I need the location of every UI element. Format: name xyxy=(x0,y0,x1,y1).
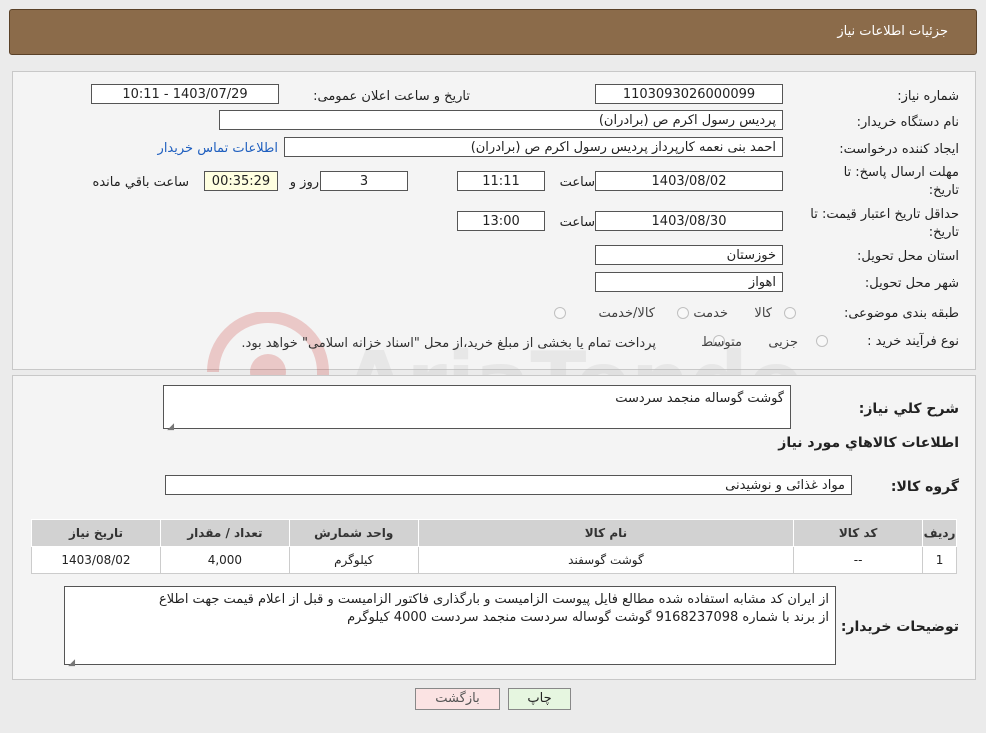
summary-text: گوشت گوساله منجمد سردست xyxy=(615,391,784,406)
cell-code: -- xyxy=(793,546,924,574)
resize-handle-icon[interactable]: ◢ xyxy=(166,418,174,432)
buyer-field: پردیس رسول اکرم ص (برادران) xyxy=(219,110,783,130)
cell-unit: کیلوگرم xyxy=(288,546,419,574)
col-row: رديف xyxy=(922,519,957,547)
goods-table: رديف کد کالا نام کالا واحد شمارش تعداد /… xyxy=(31,519,957,574)
buyer-notes-label: توضیحات خریدار: xyxy=(840,619,959,635)
buyer-notes-line-1: از ایران کد مشابه استفاده شده مطالع فایل… xyxy=(158,592,829,607)
deadline-date-field: 1403/08/02 xyxy=(595,171,783,191)
category-option-service: خدمت xyxy=(693,306,728,321)
announce-field: 1403/07/29 - 10:11 xyxy=(91,84,279,104)
table-row: 1 -- گوشت گوسفند کیلوگرم 4,000 1403/08/0… xyxy=(31,546,957,574)
deadline-days-label: روز و xyxy=(289,175,319,190)
buyer-notes-line-2: از برند با شماره 9168237098 گوشت گوساله … xyxy=(347,610,829,625)
need-number-field: 1103093026000099 xyxy=(595,84,783,104)
col-unit: واحد شمارش xyxy=(288,519,419,547)
category-option-goods: کالا xyxy=(754,306,772,321)
validity-time-label: ساعت xyxy=(559,215,595,230)
deadline-label-2: تاریخ: xyxy=(928,183,959,198)
cell-need-date: 1403/08/02 xyxy=(31,546,161,574)
remaining-time-field: 00:35:29 xyxy=(204,171,278,191)
cell-quantity: 4,000 xyxy=(159,546,290,574)
buyer-contact-link[interactable]: اطلاعات تماس خریدار xyxy=(158,141,278,156)
deadline-label-1: مهلت ارسال پاسخ: تا xyxy=(843,165,959,180)
process-option-minor: جزیی xyxy=(768,335,798,350)
summary-field: گوشت گوساله منجمد سردست ◢ xyxy=(163,385,791,432)
back-button[interactable]: بازگشت xyxy=(415,688,500,710)
buyer-label: نام دستگاه خریدار: xyxy=(856,115,959,130)
process-radio-minor[interactable] xyxy=(816,335,828,347)
need-info-panel: AriaTender.neT شماره نیاز: 1103093026000… xyxy=(12,71,976,438)
process-option-medium: متوسط xyxy=(701,335,742,350)
city-field: اهواز xyxy=(595,272,783,292)
need-details-panel: شرح کلي نياز: گوشت گوساله منجمد سردست ◢ … xyxy=(12,375,976,680)
process-label: نوع فرآیند خرید : xyxy=(867,334,959,349)
cell-row: 1 xyxy=(922,546,957,574)
col-code: کد کالا xyxy=(793,519,924,547)
validity-date-field: 1403/08/30 xyxy=(595,211,783,231)
remaining-time-label: ساعت باقي مانده xyxy=(92,175,189,190)
validity-time-field: 13:00 xyxy=(457,211,545,231)
goods-group-field: مواد غذائی و نوشیدنی xyxy=(165,475,852,495)
page-header: جزئیات اطلاعات نیاز xyxy=(9,9,977,55)
validity-label-2: تاریخ: xyxy=(928,225,959,240)
category-label: طبقه بندی موضوعی: xyxy=(843,306,959,321)
process-note: پرداخت تمام یا بخشی از مبلغ خرید،از محل … xyxy=(241,336,656,351)
category-radio-service[interactable] xyxy=(677,307,689,319)
category-option-goods-service: کالا/خدمت xyxy=(598,306,655,321)
cell-name: گوشت گوسفند xyxy=(417,546,795,574)
creator-field: احمد بنی نعمه کارپرداز پردیس رسول اکرم ص… xyxy=(284,137,783,157)
category-radio-goods[interactable] xyxy=(784,307,796,319)
buyer-notes-field: از ایران کد مشابه استفاده شده مطالع فایل… xyxy=(64,586,836,668)
need-number-label: شماره نیاز: xyxy=(897,89,959,104)
announce-label: تاریخ و ساعت اعلان عمومی: xyxy=(313,89,470,104)
print-button[interactable]: چاپ xyxy=(508,688,571,710)
items-section-title: اطلاعات کالاهاي مورد نياز xyxy=(778,435,959,451)
creator-label: ایجاد کننده درخواست: xyxy=(839,142,959,157)
province-label: استان محل تحویل: xyxy=(857,249,959,264)
goods-table-header: رديف کد کالا نام کالا واحد شمارش تعداد /… xyxy=(31,519,957,547)
col-quantity: تعداد / مقدار xyxy=(159,519,290,547)
category-radio-goods-service[interactable] xyxy=(554,307,566,319)
resize-handle-icon[interactable]: ◢ xyxy=(67,654,75,668)
city-label: شهر محل تحویل: xyxy=(864,276,959,291)
deadline-days-field: 3 xyxy=(320,171,408,191)
deadline-time-field: 11:11 xyxy=(457,171,545,191)
col-name: نام کالا xyxy=(417,519,795,547)
validity-label-1: حداقل تاریخ اعتبار قیمت: تا xyxy=(810,207,959,222)
col-need-date: تاریخ نیاز xyxy=(31,519,161,547)
deadline-time-label: ساعت xyxy=(559,175,595,190)
goods-group-label: گروه کالا: xyxy=(890,479,959,495)
province-field: خوزستان xyxy=(595,245,783,265)
summary-label: شرح کلي نياز: xyxy=(858,401,959,417)
page-title: جزئیات اطلاعات نیاز xyxy=(837,24,948,39)
